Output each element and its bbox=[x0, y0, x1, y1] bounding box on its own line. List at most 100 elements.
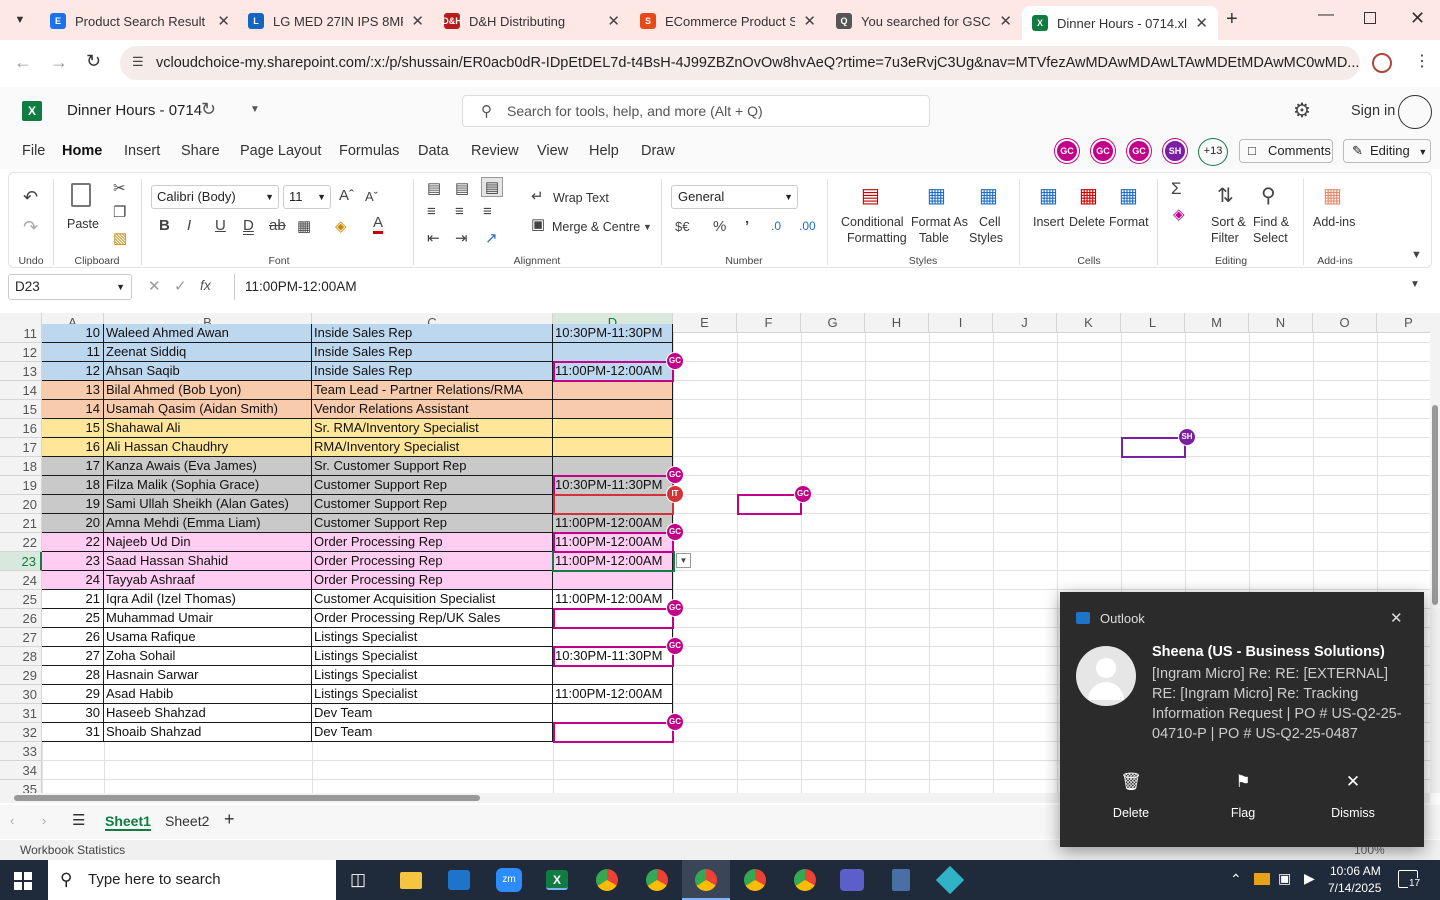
font-name-select[interactable]: Calibri (Body) ▼ bbox=[151, 185, 279, 209]
column-header-l[interactable]: L bbox=[1121, 313, 1185, 333]
collaborator-avatar[interactable]: SH bbox=[1163, 139, 1187, 163]
chrome-icon-active[interactable] bbox=[682, 860, 730, 900]
sort-filter-line2[interactable]: Filter bbox=[1211, 231, 1239, 245]
format-cells-icon[interactable]: ▦ bbox=[1119, 183, 1138, 208]
site-info-icon[interactable]: ☰ bbox=[132, 54, 144, 70]
search-input[interactable]: ⚲ Search for tools, help, and more (Alt … bbox=[462, 95, 930, 127]
menu-tab-file[interactable]: File bbox=[22, 143, 45, 159]
table-cell-c[interactable]: Order Processing Rep bbox=[312, 552, 553, 571]
horizontal-scroll-thumb[interactable] bbox=[14, 795, 480, 801]
expand-formula-icon[interactable]: ▼ bbox=[1410, 279, 1420, 290]
add-sheet-icon[interactable]: + bbox=[224, 809, 235, 830]
table-cell-d[interactable]: 10:30PM-11:30PM bbox=[553, 324, 673, 343]
table-cell-d[interactable] bbox=[553, 704, 673, 723]
copy-icon[interactable]: ❐ bbox=[113, 203, 126, 221]
chrome-icon-4[interactable] bbox=[744, 869, 766, 891]
wrap-text-icon[interactable]: ↵ bbox=[531, 187, 544, 205]
shrink-font-icon[interactable]: Aˇ bbox=[365, 189, 378, 204]
table-cell-c[interactable]: Listings Specialist bbox=[312, 628, 553, 647]
collaborator-badge[interactable]: GC bbox=[794, 485, 812, 503]
table-cell-b[interactable]: Sami Ullah Sheikh (Alan Gates) bbox=[104, 495, 312, 514]
row-header[interactable]: 21 bbox=[0, 514, 42, 533]
menu-tab-insert[interactable]: Insert bbox=[124, 143, 160, 159]
row-header[interactable]: 16 bbox=[0, 419, 42, 438]
table-cell-c[interactable]: Order Processing Rep/UK Sales bbox=[312, 609, 553, 628]
table-cell-a[interactable]: 29 bbox=[42, 685, 104, 704]
paste-icon[interactable] bbox=[71, 183, 91, 207]
account-avatar-icon[interactable] bbox=[1398, 95, 1432, 129]
table-cell-b[interactable]: Iqra Adil (Izel Thomas) bbox=[104, 590, 312, 609]
font-color-icon[interactable]: A bbox=[373, 215, 384, 234]
table-cell-b[interactable]: Najeeb Ud Din bbox=[104, 533, 312, 552]
table-cell-c[interactable]: Team Lead - Partner Relations/RMA bbox=[312, 381, 553, 400]
column-header-e[interactable]: E bbox=[673, 313, 737, 333]
bold-icon[interactable]: B bbox=[159, 217, 170, 234]
menu-tab-review[interactable]: Review bbox=[471, 143, 519, 159]
cell-styles-line1[interactable]: Cell bbox=[979, 215, 1001, 229]
table-cell-c[interactable]: Order Processing Rep bbox=[312, 571, 553, 590]
underline-icon[interactable]: U bbox=[215, 217, 226, 234]
table-cell-b[interactable]: Ahsan Saqib bbox=[104, 362, 312, 381]
taskbar-search-box[interactable]: ⚲ Type here to search bbox=[48, 860, 336, 900]
table-cell-a[interactable]: 31 bbox=[42, 723, 104, 742]
format-painter-icon[interactable]: ▧ bbox=[113, 229, 127, 247]
browser-tab-3[interactable]: D&H D&H Distributing ✕ bbox=[434, 6, 630, 36]
formula-input[interactable]: 11:00PM-12:00AM bbox=[234, 274, 1430, 300]
tab-close-icon[interactable]: ✕ bbox=[803, 12, 816, 30]
menu-tab-page-layout[interactable]: Page Layout bbox=[240, 143, 321, 159]
table-cell-b[interactable]: Tayyab Ashraaf bbox=[104, 571, 312, 590]
format-as-table-line2[interactable]: Table bbox=[919, 231, 949, 245]
column-header-f[interactable]: F bbox=[737, 313, 801, 333]
row-header[interactable]: 13 bbox=[0, 362, 42, 381]
row-header[interactable]: 22 bbox=[0, 533, 42, 552]
profile-icon[interactable] bbox=[1372, 53, 1392, 73]
table-cell-a[interactable]: 28 bbox=[42, 666, 104, 685]
table-cell-b[interactable]: Ali Hassan Chaudhry bbox=[104, 438, 312, 457]
forward-icon[interactable]: → bbox=[50, 52, 68, 73]
table-cell-a[interactable]: 14 bbox=[42, 400, 104, 419]
table-cell-d[interactable]: 11:00PM-12:00AM bbox=[553, 685, 673, 704]
table-cell-d[interactable]: 11:00PM-12:00AM bbox=[553, 514, 673, 533]
cancel-entry-icon[interactable]: ✕ bbox=[148, 277, 161, 295]
table-cell-d[interactable] bbox=[553, 419, 673, 438]
browser-tab-6[interactable]: X Dinner Hours - 0714.xls ✕ bbox=[1022, 6, 1218, 40]
font-size-select[interactable]: 11 ▼ bbox=[283, 185, 331, 209]
table-cell-a[interactable]: 20 bbox=[42, 514, 104, 533]
collaborator-badge[interactable]: SH bbox=[1178, 428, 1196, 446]
browser-menu-icon[interactable]: ⋮ bbox=[1414, 51, 1430, 71]
row-header[interactable]: 27 bbox=[0, 628, 42, 647]
table-cell-c[interactable]: Dev Team bbox=[312, 704, 553, 723]
cut-icon[interactable]: ✂ bbox=[113, 179, 126, 197]
collaborator-badge[interactable]: GC bbox=[666, 599, 684, 617]
table-cell-a[interactable]: 10 bbox=[42, 324, 104, 343]
table-cell-c[interactable]: Customer Acquisition Specialist bbox=[312, 590, 553, 609]
collaborator-avatar[interactable]: GC bbox=[1127, 139, 1151, 163]
align-right-icon[interactable]: ≡ bbox=[483, 203, 492, 220]
column-header-m[interactable]: M bbox=[1185, 313, 1249, 333]
delete-action[interactable]: 🗑 Delete bbox=[1100, 772, 1162, 820]
table-cell-d[interactable] bbox=[553, 628, 673, 647]
tab-close-icon[interactable]: ✕ bbox=[411, 12, 424, 30]
row-header[interactable]: 28 bbox=[0, 647, 42, 666]
browser-tab-5[interactable]: Q You searched for GSC35 ✕ bbox=[826, 6, 1022, 36]
merge-centre-button[interactable]: Merge & Centre bbox=[552, 220, 640, 234]
row-header[interactable]: 29 bbox=[0, 666, 42, 685]
all-sheets-icon[interactable]: ☰ bbox=[72, 811, 85, 829]
restore-icon[interactable] bbox=[1364, 12, 1376, 24]
chevron-down-icon[interactable]: ▼ bbox=[643, 222, 652, 232]
table-cell-b[interactable]: Kanza Awais (Eva James) bbox=[104, 457, 312, 476]
file-name[interactable]: Dinner Hours - 0714 bbox=[67, 102, 202, 119]
format-as-table-line1[interactable]: Format As bbox=[911, 215, 968, 229]
table-cell-b[interactable]: Filza Malik (Sophia Grace) bbox=[104, 476, 312, 495]
column-header-p[interactable]: P bbox=[1377, 313, 1430, 333]
row-header[interactable]: 34 bbox=[0, 761, 42, 780]
borders-icon[interactable]: ▦ bbox=[297, 217, 311, 235]
collaborator-badge[interactable]: GC bbox=[666, 523, 684, 541]
strikethrough-icon[interactable]: ab bbox=[269, 217, 286, 234]
table-cell-a[interactable]: 30 bbox=[42, 704, 104, 723]
table-cell-b[interactable]: Shahawal Ali bbox=[104, 419, 312, 438]
sort-filter-icon[interactable]: ⇅ bbox=[1217, 183, 1234, 208]
table-cell-b[interactable]: Zoha Sohail bbox=[104, 647, 312, 666]
collaborator-avatar[interactable]: GC bbox=[1091, 139, 1115, 163]
add-ins-icon[interactable]: ▦ bbox=[1323, 183, 1342, 208]
